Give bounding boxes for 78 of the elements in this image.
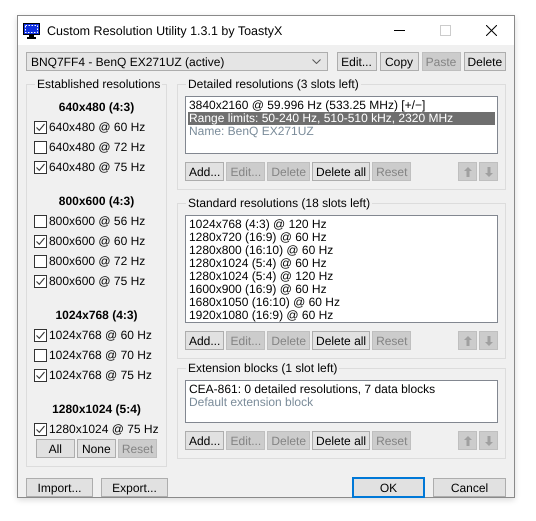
monitor-dropdown[interactable]: BNQ7FF4 - BenQ EX271UZ (active) bbox=[26, 52, 328, 71]
group-title: Established resolutions bbox=[36, 77, 162, 91]
list-item[interactable]: Name: BenQ EX271UZ bbox=[188, 125, 495, 138]
checkbox[interactable] bbox=[34, 160, 47, 174]
checkbox-label: 1024x768 @ 60 Hz bbox=[49, 328, 152, 342]
checkbox[interactable] bbox=[34, 368, 47, 382]
check-icon bbox=[35, 236, 46, 246]
selection-button[interactable]: None bbox=[76, 439, 116, 458]
list-item[interactable]: 1920x1080 (16:9) @ 60 Hz bbox=[188, 309, 495, 322]
footer-button[interactable]: Import... bbox=[26, 478, 93, 497]
list-item[interactable]: 1280x720 (16:9) @ 60 Hz bbox=[188, 231, 495, 244]
check-icon bbox=[35, 162, 46, 172]
group-title: Standard resolutions (18 slots left) bbox=[187, 196, 372, 210]
list-item[interactable]: 1600x900 (16:9) @ 60 Hz bbox=[188, 283, 495, 296]
group-heading: 640x480 (4:3) bbox=[58, 99, 136, 116]
close-icon bbox=[486, 25, 496, 36]
list-button[interactable]: Add... bbox=[185, 162, 224, 181]
checkbox[interactable] bbox=[34, 214, 47, 228]
group-title: Extension blocks (1 slot left) bbox=[187, 361, 338, 375]
checkbox-label: 800x600 @ 56 Hz bbox=[49, 214, 146, 228]
list-button[interactable]: Add... bbox=[185, 431, 224, 450]
arrow-down-icon bbox=[484, 166, 492, 176]
group-heading: 1280x1024 (5:4) bbox=[51, 401, 142, 418]
group-title: Detailed resolutions (3 slots left) bbox=[187, 77, 360, 91]
list-button[interactable]: Delete all bbox=[312, 162, 370, 181]
arrow-down-icon bbox=[484, 436, 492, 446]
list-item[interactable]: 1280x1024 (5:4) @ 120 Hz bbox=[188, 270, 495, 283]
checkbox-label: 800x600 @ 60 Hz bbox=[49, 234, 146, 248]
check-icon bbox=[35, 122, 46, 132]
maximize-icon bbox=[440, 25, 450, 36]
toolbar-button[interactable]: Edit... bbox=[336, 52, 376, 71]
list-button[interactable]: Delete all bbox=[312, 431, 370, 450]
minimize-icon bbox=[394, 30, 404, 31]
check-icon bbox=[35, 330, 46, 340]
toolbar-button[interactable]: Delete bbox=[464, 52, 506, 71]
checkbox[interactable] bbox=[34, 254, 47, 268]
check-icon bbox=[35, 424, 46, 434]
arrow-up-icon bbox=[464, 336, 472, 346]
list-button[interactable]: Add... bbox=[185, 331, 224, 350]
checkbox[interactable] bbox=[34, 422, 47, 436]
checkbox-label: 1024x768 @ 75 Hz bbox=[49, 368, 152, 382]
checkbox-label: 1024x768 @ 70 Hz bbox=[49, 348, 152, 362]
list-item[interactable]: 3840x2160 @ 59.996 Hz (533.25 MHz) [+/−] bbox=[188, 99, 495, 112]
checkbox-label: 1280x1024 @ 75 Hz bbox=[49, 422, 159, 436]
list-item[interactable]: 1280x800 (16:10) @ 60 Hz bbox=[188, 244, 495, 257]
group-heading: 800x600 (4:3) bbox=[58, 193, 136, 210]
checkbox[interactable] bbox=[34, 328, 47, 342]
arrow-down-icon bbox=[484, 336, 492, 346]
check-icon bbox=[35, 370, 46, 380]
checkbox[interactable] bbox=[34, 120, 47, 134]
group-heading: 1024x768 (4:3) bbox=[54, 307, 139, 324]
arrow-up-icon bbox=[464, 166, 472, 176]
checkbox-label: 800x600 @ 72 Hz bbox=[49, 254, 146, 268]
list-button[interactable]: Delete all bbox=[312, 331, 370, 350]
list-item[interactable]: Range limits: 50-240 Hz, 510-510 kHz, 2320 MHz bbox=[188, 112, 495, 125]
toolbar-button[interactable]: Copy bbox=[380, 52, 418, 71]
list-item[interactable]: 1024x768 (4:3) @ 120 Hz bbox=[188, 218, 495, 231]
monitor-icon bbox=[23, 22, 40, 38]
checkbox[interactable] bbox=[34, 348, 47, 362]
checkbox-label: 800x600 @ 75 Hz bbox=[49, 274, 146, 288]
list-item[interactable]: Default extension block bbox=[188, 396, 495, 409]
window-title: Custom Resolution Utility 1.3.1 by ToastyX bbox=[47, 24, 284, 38]
checkbox-label: 640x480 @ 72 Hz bbox=[49, 140, 146, 154]
checkbox-label: 640x480 @ 60 Hz bbox=[49, 120, 146, 134]
list-item[interactable]: 1680x1050 (16:10) @ 60 Hz bbox=[188, 296, 495, 309]
footer-button[interactable]: OK bbox=[352, 477, 425, 498]
checkbox[interactable] bbox=[34, 274, 47, 288]
check-icon bbox=[35, 276, 46, 286]
chevron-down-icon bbox=[312, 59, 320, 64]
list-item[interactable]: 1280x1024 (5:4) @ 60 Hz bbox=[188, 257, 495, 270]
footer-button[interactable]: Export... bbox=[101, 478, 168, 497]
footer-button[interactable]: Cancel bbox=[433, 478, 506, 497]
selection-button[interactable]: All bbox=[36, 439, 75, 458]
checkbox[interactable] bbox=[34, 140, 47, 154]
checkbox[interactable] bbox=[34, 234, 47, 248]
list-item[interactable]: CEA-861: 0 detailed resolutions, 7 data blocks bbox=[188, 383, 495, 396]
checkbox-label: 640x480 @ 75 Hz bbox=[49, 160, 146, 174]
arrow-up-icon bbox=[464, 436, 472, 446]
